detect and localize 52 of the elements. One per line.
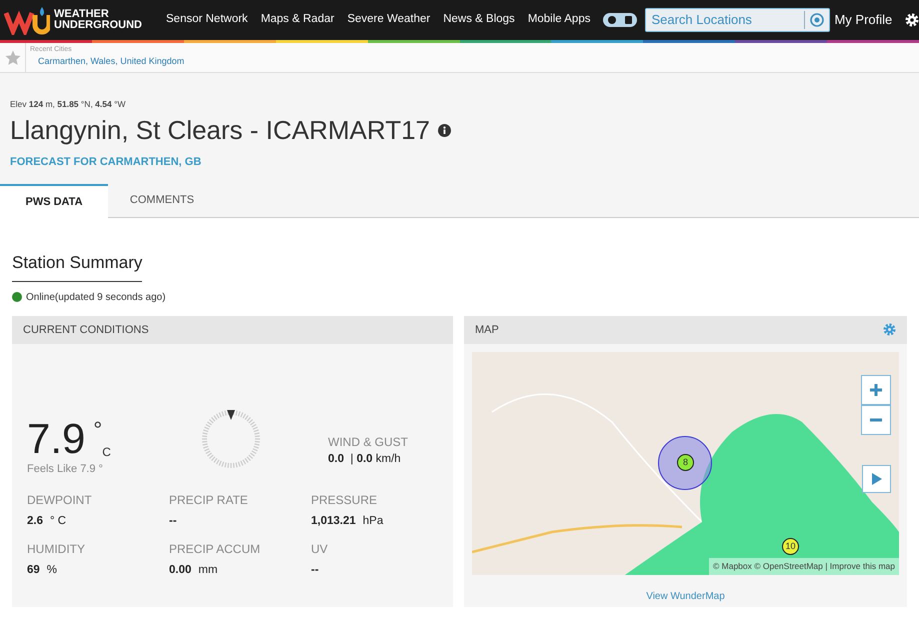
stat-value: 1,013.21 xyxy=(311,514,356,530)
stat-label: PRECIP RATE xyxy=(169,492,249,510)
stat-label: HUMIDITY xyxy=(27,540,86,558)
section-heading: Station Summary xyxy=(12,250,142,282)
play-button[interactable] xyxy=(862,464,891,493)
recent-city-link[interactable]: Carmarthen, Wales, United Kingdom xyxy=(30,54,184,68)
accessibility-toggle-icon[interactable] xyxy=(603,13,638,27)
feels-like-text: Feels Like 7.9 ° xyxy=(27,462,104,477)
nav-link[interactable]: Severe Weather xyxy=(347,11,430,29)
nav-link[interactable]: Mobile Apps xyxy=(528,11,590,29)
zoom-in-button[interactable] xyxy=(861,374,891,405)
nav-link[interactable]: Sensor Network xyxy=(166,11,248,29)
stat-value: 69 xyxy=(27,562,40,578)
stat-label: PRESSURE xyxy=(311,492,378,510)
profile-link[interactable]: My Profile xyxy=(834,10,892,30)
nav-link[interactable]: News & Blogs xyxy=(443,11,515,29)
stat-value: 0.00 xyxy=(169,562,192,578)
temperature-value: 7.9 xyxy=(27,418,86,459)
stat-label: DEWPOINT xyxy=(27,492,93,510)
zoom-out-button[interactable] xyxy=(861,404,891,435)
card-header: MAP xyxy=(475,322,499,338)
degree-symbol: ° xyxy=(93,418,102,441)
play-icon xyxy=(872,472,882,485)
logo-icon[interactable] xyxy=(4,5,50,35)
logo-text: WEATHER xyxy=(54,9,110,20)
stat-value: 2.6 xyxy=(27,514,43,530)
logo-text: UNDERGROUND xyxy=(54,20,142,31)
station-title: Llangynin, St Clears - ICARMART17 xyxy=(10,114,430,146)
map-attribution: © Mapbox © OpenStreetMap | Improve this map xyxy=(709,558,899,575)
stat-unit: hPa xyxy=(362,514,384,530)
wind-label: WIND & GUST xyxy=(328,434,409,451)
tab[interactable]: PWS DATA xyxy=(0,184,108,218)
wind-value: 0.0 | 0.0 km/h xyxy=(328,452,402,467)
status-text: Online(updated 9 seconds ago) xyxy=(26,290,166,305)
stat-label: UV xyxy=(311,540,329,558)
stat-unit: ° C xyxy=(50,514,66,530)
minus-icon xyxy=(869,418,883,422)
info-icon[interactable] xyxy=(438,124,452,137)
star-icon[interactable] xyxy=(4,50,20,66)
stat-unit: % xyxy=(46,562,58,578)
plus-icon xyxy=(869,382,883,397)
stat-value: -- xyxy=(311,562,319,578)
nav-link[interactable]: Maps & Radar xyxy=(260,11,334,29)
stat-unit: mm xyxy=(198,562,218,578)
tab[interactable]: COMMENTS xyxy=(108,184,216,218)
search-bar[interactable]: Search Locations xyxy=(645,8,830,32)
card-header: CURRENT CONDITIONS xyxy=(12,316,453,344)
stat-value: -- xyxy=(169,514,177,530)
wind-compass-drawing xyxy=(201,408,261,469)
stat-label: PRECIP ACCUM xyxy=(169,540,262,558)
temperature-unit: C xyxy=(102,444,111,461)
elevation-text: Elev 124 m, 51.85 °N, 4.54 °W xyxy=(10,98,127,111)
